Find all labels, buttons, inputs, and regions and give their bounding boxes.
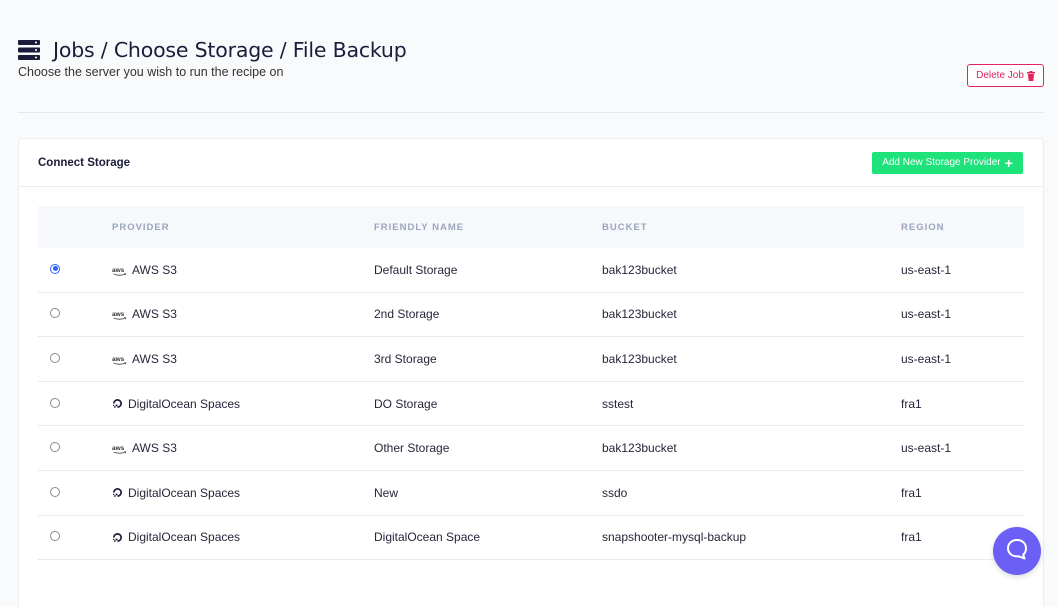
provider-name: AWS S3 xyxy=(132,262,177,277)
column-header-region: REGION xyxy=(901,221,945,233)
chat-support-button[interactable] xyxy=(993,527,1041,575)
provider-cell: DigitalOcean Spaces xyxy=(112,530,374,544)
column-header-provider: PROVIDER xyxy=(112,221,170,233)
column-header-bucket: BUCKET xyxy=(602,221,648,233)
bucket-cell: bak123bucket xyxy=(602,351,677,366)
aws-icon: aws xyxy=(112,265,128,276)
svg-text:aws: aws xyxy=(112,267,125,274)
provider-cell: aws AWS S3 xyxy=(112,441,374,455)
aws-icon: aws xyxy=(112,443,128,454)
digitalocean-icon xyxy=(112,398,123,409)
storage-table: PROVIDER FRIENDLY NAME BUCKET REGION aws… xyxy=(38,206,1024,561)
table-row[interactable]: aws AWS S3 3rd Storage bak123bucket us-east-… xyxy=(38,337,1024,382)
provider-name: DigitalOcean Spaces xyxy=(128,485,241,500)
provider-name: AWS S3 xyxy=(132,307,177,322)
delete-job-button[interactable]: Delete Job xyxy=(967,64,1044,87)
storage-radio[interactable] xyxy=(50,263,60,274)
provider-name: AWS S3 xyxy=(132,351,177,366)
bucket-cell: bak123bucket xyxy=(602,307,677,322)
friendly-name-cell: DO Storage xyxy=(374,396,438,411)
card-title: Connect Storage xyxy=(38,156,131,169)
connect-storage-card: Connect Storage Add New Storage Provider… xyxy=(18,138,1044,607)
provider-name: DigitalOcean Spaces xyxy=(128,530,241,545)
friendly-name-cell: New xyxy=(374,485,399,500)
add-storage-provider-label: Add New Storage Provider xyxy=(882,157,1001,168)
card-header: Connect Storage Add New Storage Provider… xyxy=(19,139,1043,187)
page-header: Jobs / Choose Storage / File Backup Choo… xyxy=(18,38,1044,79)
svg-text:aws: aws xyxy=(112,311,125,318)
friendly-name-cell: DigitalOcean Space xyxy=(374,530,481,545)
bucket-cell: sstest xyxy=(602,396,634,411)
bucket-cell: bak123bucket xyxy=(602,441,677,456)
page-title: Jobs / Choose Storage / File Backup xyxy=(53,38,407,62)
server-icon xyxy=(18,40,40,60)
friendly-name-cell: 2nd Storage xyxy=(374,307,440,322)
table-row[interactable]: DigitalOcean Spaces DO Storage sstest fra1 xyxy=(38,382,1024,427)
table-row[interactable]: DigitalOcean Spaces New ssdo fra1 xyxy=(38,471,1024,516)
add-storage-provider-button[interactable]: Add New Storage Provider + xyxy=(872,151,1023,174)
bucket-cell: snapshooter-mysql-backup xyxy=(602,530,747,545)
friendly-name-cell: 3rd Storage xyxy=(374,351,437,366)
provider-cell: DigitalOcean Spaces xyxy=(112,486,374,500)
table-header: PROVIDER FRIENDLY NAME BUCKET REGION xyxy=(38,206,1024,248)
page-subtitle: Choose the server you wish to run the re… xyxy=(18,65,284,79)
table-row[interactable]: DigitalOcean Spaces DigitalOcean Space sna… xyxy=(38,516,1024,561)
storage-radio[interactable] xyxy=(50,531,60,542)
region-cell: us-east-1 xyxy=(901,441,952,456)
plus-icon: + xyxy=(1004,154,1013,171)
digitalocean-icon xyxy=(112,532,123,543)
storage-radio[interactable] xyxy=(50,308,60,319)
bucket-cell: ssdo xyxy=(602,485,628,500)
storage-radio[interactable] xyxy=(50,397,60,408)
table-row[interactable]: aws AWS S3 Default Storage bak123bucket us-e… xyxy=(38,248,1024,293)
storage-radio[interactable] xyxy=(50,486,60,497)
svg-text:aws: aws xyxy=(112,445,125,452)
svg-text:aws: aws xyxy=(112,356,125,363)
region-cell: us-east-1 xyxy=(901,307,952,322)
provider-cell: DigitalOcean Spaces xyxy=(112,397,374,411)
provider-name: DigitalOcean Spaces xyxy=(128,396,241,411)
friendly-name-cell: Default Storage xyxy=(374,262,458,277)
column-header-friendly-name: FRIENDLY NAME xyxy=(374,221,465,233)
friendly-name-cell: Other Storage xyxy=(374,441,450,456)
provider-cell: aws AWS S3 xyxy=(112,263,374,277)
table-body: aws AWS S3 Default Storage bak123bucket us-e… xyxy=(38,248,1024,561)
trash-icon xyxy=(1026,70,1035,81)
provider-cell: aws AWS S3 xyxy=(112,307,374,321)
region-cell: fra1 xyxy=(901,396,922,411)
table-row[interactable]: aws AWS S3 Other Storage bak123bucket us-eas… xyxy=(38,426,1024,471)
header-divider xyxy=(18,112,1044,113)
aws-icon: aws xyxy=(112,309,128,321)
provider-name: AWS S3 xyxy=(132,441,177,456)
bucket-cell: bak123bucket xyxy=(602,262,677,277)
table-row[interactable]: aws AWS S3 2nd Storage bak123bucket us-east-… xyxy=(38,293,1024,338)
storage-radio[interactable] xyxy=(50,352,60,363)
region-cell: us-east-1 xyxy=(901,351,952,366)
delete-job-label: Delete Job xyxy=(976,70,1024,81)
provider-cell: aws AWS S3 xyxy=(112,352,374,366)
storage-radio[interactable] xyxy=(50,442,60,453)
aws-icon: aws xyxy=(112,354,128,365)
region-cell: us-east-1 xyxy=(901,262,952,277)
region-cell: fra1 xyxy=(901,485,922,500)
digitalocean-icon xyxy=(112,487,123,498)
chat-bubble-icon xyxy=(1005,537,1029,566)
